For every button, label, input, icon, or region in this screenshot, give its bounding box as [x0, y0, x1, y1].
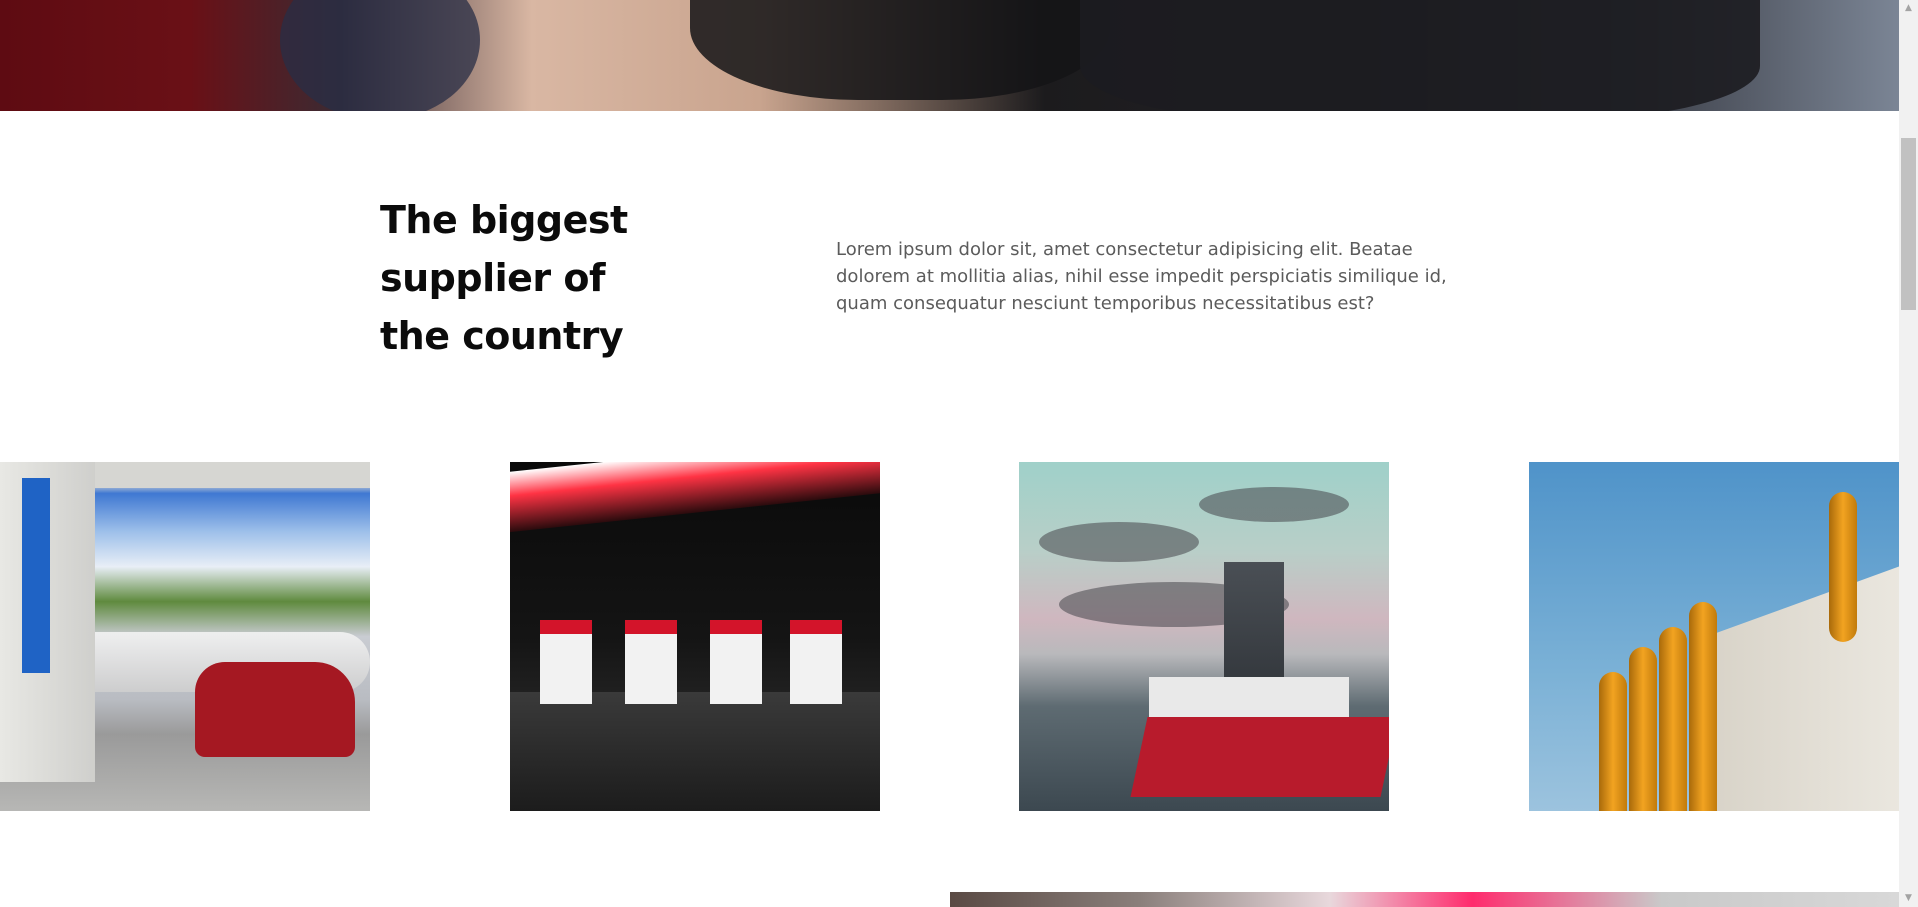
image-detail: [710, 620, 762, 704]
image-detail: [625, 620, 677, 704]
vertical-scrollbar[interactable]: ▲ ▼: [1899, 0, 1918, 907]
gallery-image-gas-station-day: [0, 462, 370, 811]
image-detail: [1130, 717, 1389, 797]
heading-line: The biggest: [380, 198, 628, 242]
image-detail: [1599, 672, 1627, 811]
gallery-image-gas-station-night: [510, 462, 880, 811]
image-detail: [1659, 627, 1687, 811]
section-description: Lorem ipsum dolor sit, amet consectetur …: [836, 239, 1447, 314]
image-detail: [22, 478, 50, 673]
scroll-up-arrow-icon[interactable]: ▲: [1899, 0, 1918, 17]
image-detail: [195, 662, 355, 757]
heading-line: supplier of: [380, 256, 606, 300]
scroll-down-arrow-icon[interactable]: ▼: [1899, 890, 1918, 907]
hero-image: [0, 0, 1899, 111]
image-detail: [1199, 487, 1349, 522]
image-detail: [510, 462, 880, 534]
image-detail: [790, 620, 842, 704]
image-detail: [1829, 492, 1857, 642]
image-detail: [540, 620, 592, 704]
heading-line: the country: [380, 314, 624, 358]
gallery-image-industrial-pipes: [1529, 462, 1899, 811]
image-detail: [510, 692, 880, 811]
scrollbar-thumb[interactable]: [1901, 138, 1916, 310]
image-detail: [1709, 548, 1899, 811]
hero-shape: [280, 0, 480, 111]
hero-shape: [1080, 0, 1760, 111]
image-detail: [1689, 602, 1717, 811]
next-section-image: [950, 892, 1899, 907]
image-detail: [1039, 522, 1199, 562]
gallery-image-offshore-ship: [1019, 462, 1389, 811]
image-detail: [1629, 647, 1657, 811]
section-heading: The biggest supplier of the country: [380, 191, 680, 365]
page: The biggest supplier of the country Lore…: [0, 0, 1918, 907]
hero-shape: [690, 0, 1110, 100]
image-detail: [1149, 677, 1349, 722]
